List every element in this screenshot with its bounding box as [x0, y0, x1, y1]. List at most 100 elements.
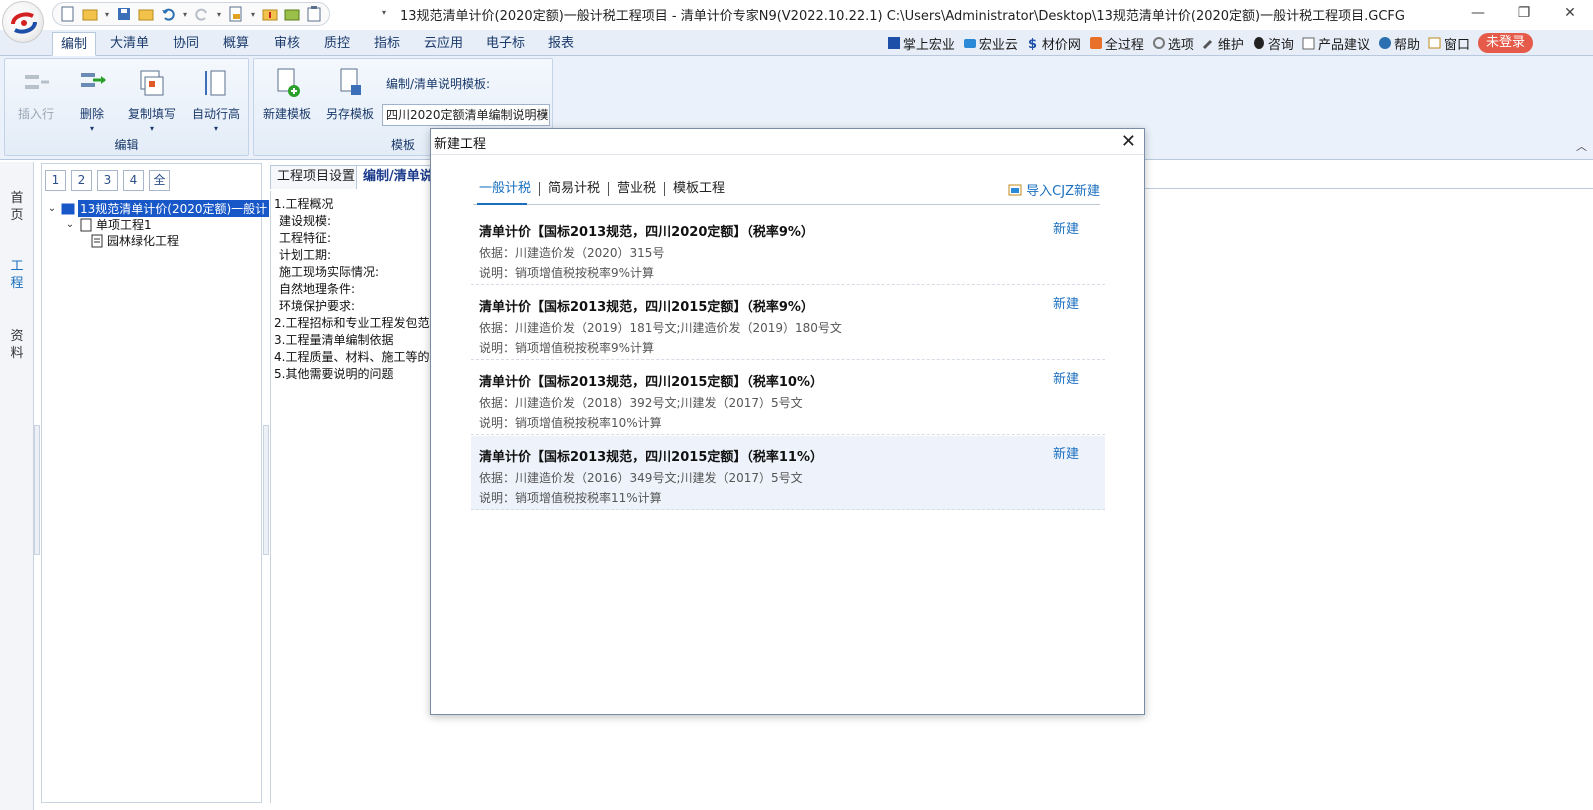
auto-row-height-label: 自动行高: [191, 107, 240, 121]
menu-help[interactable]: 帮助: [1378, 34, 1420, 53]
copy-fill-button[interactable]: 复制填写 ▾: [123, 67, 181, 133]
open-icon[interactable]: [81, 5, 99, 23]
menu-suggestion[interactable]: 产品建议: [1302, 34, 1370, 53]
menu-cloud[interactable]: 宏业云: [963, 34, 1018, 53]
tree-root-node[interactable]: ⌄ 13规范清单计价(2020定额)一般计: [46, 200, 270, 217]
chevron-down-icon[interactable]: ▾: [543, 105, 547, 125]
new-template-button[interactable]: 新建模板: [258, 67, 316, 122]
new-project-dialog: 新建工程 ✕ 一般计税 简易计税 营业税 模板工程 导入CJZ新建 清单计价【国…: [430, 128, 1145, 715]
tab-collab[interactable]: 协同: [165, 32, 207, 56]
clipboard-icon[interactable]: [305, 5, 323, 23]
undo-dropdown-icon[interactable]: ▾: [181, 10, 189, 19]
login-button[interactable]: 未登录: [1477, 33, 1533, 53]
delete-dropdown-icon[interactable]: ▾: [63, 124, 121, 133]
menu-window[interactable]: 窗口: [1428, 34, 1470, 53]
tab-big-list[interactable]: 大清单: [102, 32, 157, 56]
option-new-button[interactable]: 新建: [1053, 218, 1079, 237]
dialog-tab-template-project[interactable]: 模板工程: [664, 182, 733, 196]
tab-review[interactable]: 审核: [266, 32, 308, 56]
tab-cloud[interactable]: 云应用: [416, 32, 471, 56]
dialog-tab-bar: 一般计税 简易计税 营业税 模板工程: [479, 182, 733, 196]
tree-leaf-node[interactable]: 园林绿化工程: [90, 232, 179, 249]
menu-maintain[interactable]: 维护: [1202, 34, 1244, 53]
tab-project-settings[interactable]: 工程项目设置: [270, 165, 363, 189]
tab-report[interactable]: 报表: [540, 32, 582, 56]
import-cjz-link[interactable]: 导入CJZ新建: [1008, 180, 1100, 199]
tree-level-4-button[interactable]: 4: [123, 170, 144, 191]
insert-row-button[interactable]: 插入行: [7, 67, 65, 122]
side-tab-strip: 首页 工程 资料: [0, 162, 34, 810]
auto-row-height-dropdown-icon[interactable]: ▾: [187, 124, 245, 133]
new-file-icon[interactable]: [59, 5, 77, 23]
tab-index[interactable]: 指标: [366, 32, 408, 56]
copy-fill-icon: [140, 70, 164, 96]
save-icon[interactable]: [115, 5, 133, 23]
option-new-button[interactable]: 新建: [1053, 368, 1079, 387]
project-option[interactable]: 清单计价【国标2013规范，四川2015定额】（税率10%） 依据：川建造价发（…: [471, 361, 1105, 435]
side-tab-data[interactable]: 资料: [9, 328, 25, 362]
collapse-ribbon-icon[interactable]: ︿: [1576, 138, 1587, 154]
grid-icon: [887, 37, 900, 49]
doc-line: 环境保护要求:: [279, 299, 356, 313]
menu-mobile[interactable]: 掌上宏业: [887, 34, 955, 53]
project-tree-pane: 1 2 3 4 全 ⌄ 13规范清单计价(2020定额)一般计 ⌄ 单项工程1 …: [41, 163, 270, 803]
window-title: 13规范清单计价(2020定额)一般计税工程项目 - 清单计价专家N9(V202…: [400, 9, 1405, 24]
dialog-tab-business-tax[interactable]: 营业税: [608, 182, 664, 196]
undo-icon[interactable]: [159, 5, 177, 23]
report-dropdown-icon[interactable]: ▾: [249, 10, 257, 19]
tab-compile-notes[interactable]: 编制/清单说: [356, 165, 440, 189]
menu-consult[interactable]: 咨询: [1252, 34, 1294, 53]
tree-child-node[interactable]: ⌄ 单项工程1: [64, 216, 152, 233]
tree-level-3-button[interactable]: 3: [97, 170, 118, 191]
template-select[interactable]: 四川2020定额清单编制说明模 ▾: [382, 104, 550, 126]
open-dropdown-icon[interactable]: ▾: [103, 10, 111, 19]
export-folder-icon[interactable]: [283, 5, 301, 23]
folder-icon[interactable]: [137, 5, 155, 23]
tab-quality[interactable]: 质控: [316, 32, 358, 56]
top-right-menu: 掌上宏业 宏业云 $ 材价网 全过程 选项 维护 咨询 产品建议 帮助 窗口 未登…: [887, 32, 1533, 54]
menu-full-process[interactable]: 全过程: [1089, 34, 1144, 53]
middle-splitter-handle[interactable]: [263, 425, 269, 555]
option-new-button[interactable]: 新建: [1053, 443, 1079, 462]
project-option[interactable]: 清单计价【国标2013规范，四川2015定额】（税率11%） 依据：川建造价发（…: [471, 436, 1105, 510]
left-splitter-handle[interactable]: [34, 425, 40, 555]
dialog-tab-general-tax[interactable]: 一般计税: [479, 182, 539, 196]
project-option[interactable]: 清单计价【国标2013规范，四川2015定额】（税率9%） 依据：川建造价发（2…: [471, 286, 1105, 360]
tab-edit[interactable]: 编制: [52, 32, 97, 56]
redo-icon[interactable]: [193, 5, 211, 23]
project-option[interactable]: 清单计价【国标2013规范，四川2020定额】（税率9%） 依据：川建造价发（2…: [471, 211, 1105, 285]
customize-toolbar-icon[interactable]: ▾: [380, 8, 388, 17]
chevron-down-icon[interactable]: ⌄: [64, 219, 76, 230]
copy-fill-dropdown-icon[interactable]: ▾: [123, 124, 181, 133]
minimize-button[interactable]: —: [1455, 0, 1501, 26]
delete-button[interactable]: 删除 ▾: [63, 67, 121, 133]
redo-dropdown-icon[interactable]: ▾: [215, 10, 223, 19]
restore-button[interactable]: ❐: [1501, 0, 1547, 26]
auto-row-height-button[interactable]: 自动行高 ▾: [187, 67, 245, 133]
svg-text:$: $: [1028, 37, 1037, 50]
report-icon[interactable]: [227, 5, 245, 23]
close-button[interactable]: ✕: [1547, 0, 1593, 26]
doc-line: 计划工期:: [279, 248, 332, 262]
save-as-template-button[interactable]: 另存模板: [321, 67, 379, 122]
app-logo[interactable]: [2, 1, 44, 43]
menu-options[interactable]: 选项: [1152, 34, 1194, 53]
side-tab-home[interactable]: 首页: [9, 190, 25, 224]
chevron-down-icon[interactable]: ⌄: [46, 203, 58, 214]
dialog-close-button[interactable]: ✕: [1121, 131, 1136, 152]
tree-level-2-button[interactable]: 2: [71, 170, 92, 191]
import-folder-icon[interactable]: [261, 5, 279, 23]
copy-fill-label: 复制填写: [127, 107, 176, 121]
tab-estimate[interactable]: 概算: [215, 32, 257, 56]
menu-full-process-label: 全过程: [1104, 37, 1144, 53]
tree-level-1-button[interactable]: 1: [45, 170, 66, 191]
side-tab-project[interactable]: 工程: [9, 258, 25, 292]
menu-material-price[interactable]: $ 材价网: [1026, 34, 1081, 53]
tree-level-all-button[interactable]: 全: [149, 170, 170, 191]
option-title: 清单计价【国标2013规范，四川2015定额】（税率10%）: [479, 375, 823, 390]
doc-line: 1.工程概况: [274, 197, 334, 211]
tab-e-bid[interactable]: 电子标: [478, 32, 533, 56]
doc-line: 3.工程量清单编制依据: [274, 333, 394, 347]
dialog-tab-simple-tax[interactable]: 简易计税: [539, 182, 608, 196]
option-new-button[interactable]: 新建: [1053, 293, 1079, 312]
